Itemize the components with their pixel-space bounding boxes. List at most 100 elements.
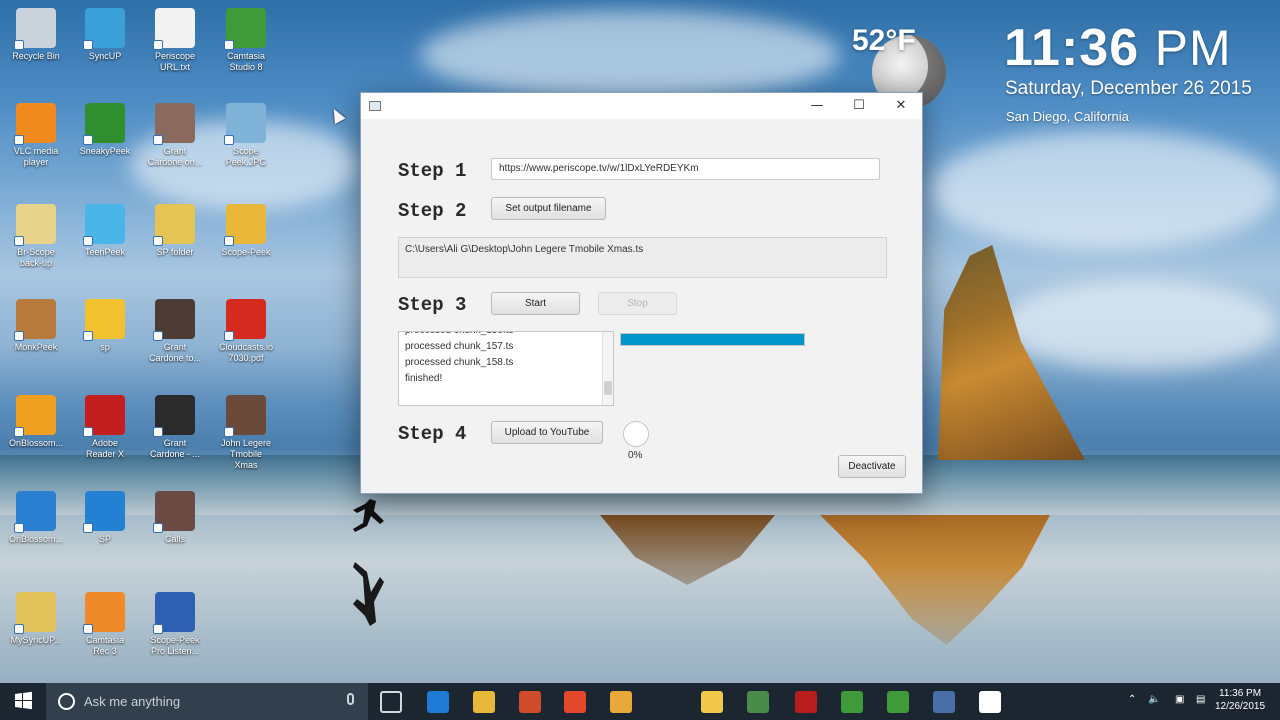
desktop-icon-label: sp [100, 342, 110, 352]
shortcut-arrow-icon [83, 624, 93, 634]
app-icon [83, 204, 125, 246]
app-icon [224, 103, 266, 145]
desktop-icon[interactable]: Scope Peek.JPG [211, 103, 281, 168]
log-line: finished! [405, 373, 443, 384]
taskbar-app-icon[interactable] [610, 691, 632, 713]
desktop-icon[interactable]: Periscope URL.txt [140, 8, 210, 73]
app-icon [83, 299, 125, 341]
shortcut-arrow-icon [224, 331, 234, 341]
desktop-icon-label: SyncUP [88, 51, 122, 61]
desktop-icon[interactable]: VLC media player [1, 103, 71, 168]
app-icon [14, 204, 56, 246]
desktop-icon[interactable]: SneakyPeek [70, 103, 140, 157]
start-button[interactable]: Start [491, 292, 580, 315]
log-line: processed chunk_156.ts [405, 332, 607, 339]
desktop-icon[interactable]: SyncUP [70, 8, 140, 62]
desktop-icon[interactable]: Calls [140, 491, 210, 545]
url-input[interactable]: https://www.periscope.tv/w/1lDxLYeRDEYKm [491, 158, 880, 180]
close-button[interactable]: ✕ [879, 93, 923, 119]
desktop-icon[interactable]: Adobe Reader X [70, 395, 140, 460]
desktop-icon-label: John Legere Tmobile Xmas [220, 438, 272, 470]
maximize-button[interactable]: ☐ [837, 93, 881, 119]
desktop-icon[interactable]: Cloudcasts.io 7030.pdf [211, 299, 281, 364]
shortcut-arrow-icon [153, 236, 163, 246]
desktop-icon[interactable]: Recycle Bin [1, 8, 71, 62]
desktop-icon[interactable]: Grant Cardone - ... [140, 395, 210, 460]
desktop-icon-label: Grant Cardone on... [147, 146, 203, 167]
shortcut-arrow-icon [83, 427, 93, 437]
desktop-icon-label: Scope-Peek Pro Listen... [150, 635, 200, 656]
shortcut-arrow-icon [224, 135, 234, 145]
cortana-icon [58, 693, 75, 710]
title-bar[interactable]: — ☐ ✕ [361, 93, 922, 119]
desktop-icon[interactable]: Camtasia Studio 8 [211, 8, 281, 73]
upload-youtube-button[interactable]: Upload to YouTube [491, 421, 603, 444]
desktop-icon[interactable]: OnBlossom... [1, 491, 71, 545]
shortcut-arrow-icon [14, 135, 24, 145]
notifications-icon[interactable]: ▤ [1196, 694, 1205, 705]
volume-icon[interactable]: 🔈 [1148, 694, 1160, 705]
app-icon [369, 101, 381, 111]
log-scrollbar[interactable] [602, 332, 613, 405]
output-path-field[interactable]: C:\Users\Ali G\Desktop\John Legere Tmobi… [398, 237, 887, 278]
desktop-icon[interactable]: SP [70, 491, 140, 545]
taskbar-app-icon[interactable] [427, 691, 449, 713]
task-view-icon[interactable] [380, 691, 402, 713]
app-icon [153, 103, 195, 145]
cortana-search[interactable]: Ask me anything [46, 683, 368, 720]
desktop-icon[interactable]: Br-Scope back-up [1, 204, 71, 269]
desktop-icon-label: OnBlossom... [8, 534, 64, 544]
set-output-filename-button[interactable]: Set output filename [491, 197, 606, 220]
app-icon [83, 395, 125, 437]
shortcut-arrow-icon [14, 40, 24, 50]
deactivate-button[interactable]: Deactivate [838, 455, 906, 478]
taskbar-app-icon[interactable] [701, 691, 723, 713]
desktop-icon[interactable]: SP folder [140, 204, 210, 258]
app-icon [153, 204, 195, 246]
step2-label: Step 2 [398, 200, 467, 222]
desktop-icon[interactable]: Scope-Peek [211, 204, 281, 258]
taskbar-clock[interactable]: 11:36 PM 12/26/2015 [1215, 687, 1265, 713]
desktop-icon-label: Calls [164, 534, 185, 544]
desktop-icon[interactable]: Camtasia Rec 3 [70, 592, 140, 657]
taskbar-app-icon[interactable] [841, 691, 863, 713]
taskbar-app-icon[interactable] [519, 691, 541, 713]
taskbar-app-icon[interactable] [473, 691, 495, 713]
windows-start-icon[interactable] [0, 683, 46, 720]
desktop-icon[interactable]: Scope-Peek Pro Listen... [140, 592, 210, 657]
app-icon [224, 204, 266, 246]
desktop-icon-label: MySyncUP... [10, 635, 62, 645]
desktop-icon[interactable]: MonkPeek [1, 299, 71, 353]
desktop-icon[interactable]: OnBlossom... [1, 395, 71, 449]
shortcut-arrow-icon [14, 624, 24, 634]
stop-button[interactable]: Stop [598, 292, 677, 315]
desktop-icon[interactable]: sp [70, 299, 140, 353]
taskbar-app-icon[interactable] [979, 691, 1001, 713]
log-box[interactable]: processed chunk_156.ts processed chunk_1… [398, 331, 614, 406]
taskbar-app-icon[interactable] [887, 691, 909, 713]
desktop-icon-label: SP folder [156, 247, 194, 257]
taskbar-app-icon[interactable] [564, 691, 586, 713]
microphone-icon[interactable] [347, 693, 354, 705]
progress-bar [620, 333, 805, 346]
desktop-icon-label: Camtasia Rec 3 [85, 635, 124, 656]
taskbar: Ask me anything ⌃ 🔈 ▣ ▤ 11:36 PM 12/26/2… [0, 683, 1280, 720]
shortcut-arrow-icon [224, 236, 234, 246]
network-icon[interactable]: ▣ [1175, 694, 1184, 705]
show-hidden-icons-icon[interactable]: ⌃ [1128, 694, 1136, 705]
desktop-icon[interactable]: Grant Cardone on... [140, 103, 210, 168]
taskbar-app-icon[interactable] [795, 691, 817, 713]
shortcut-arrow-icon [83, 236, 93, 246]
desktop-icon[interactable]: MySyncUP... [1, 592, 71, 646]
step1-label: Step 1 [398, 160, 467, 182]
desktop-icon[interactable]: John Legere Tmobile Xmas [211, 395, 281, 471]
taskbar-app-icon[interactable] [933, 691, 955, 713]
desktop-icon[interactable]: Grant Cardone to... [140, 299, 210, 364]
scrollbar-thumb[interactable] [604, 381, 612, 395]
desktop-icon-label: Grant Cardone to... [148, 342, 202, 363]
desktop-icon[interactable]: TeenPeek [70, 204, 140, 258]
minimize-button[interactable]: — [795, 93, 839, 119]
cloud [930, 130, 1280, 250]
taskbar-app-icon[interactable] [747, 691, 769, 713]
shortcut-arrow-icon [153, 427, 163, 437]
